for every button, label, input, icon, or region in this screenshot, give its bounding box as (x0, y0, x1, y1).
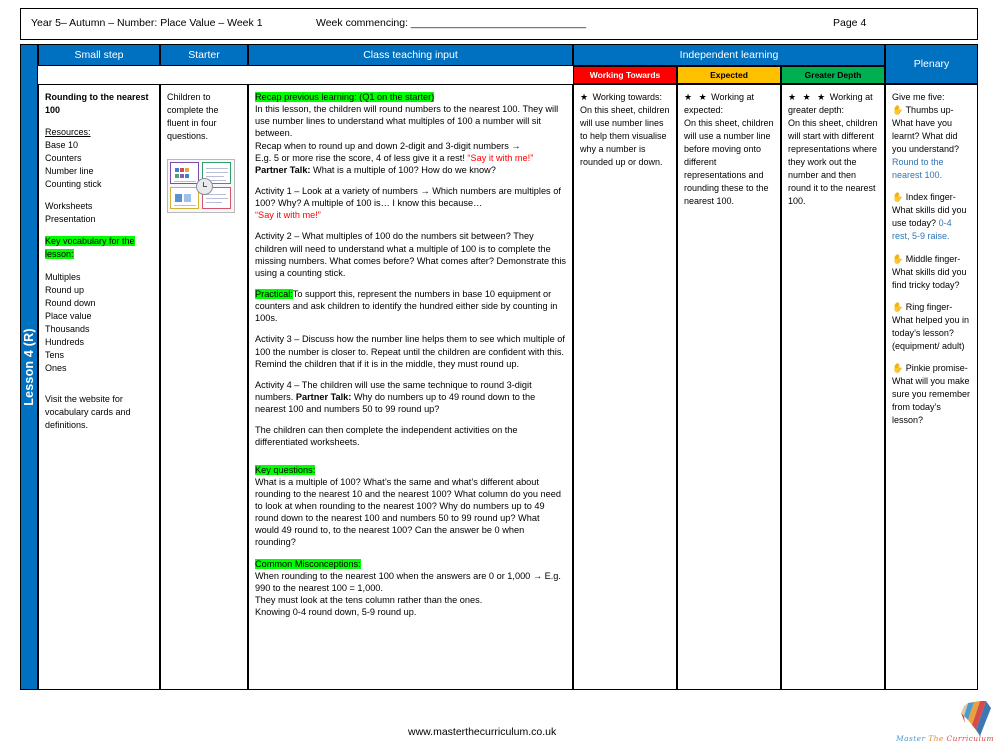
key-questions-heading: Key questions: (255, 464, 316, 475)
plenary-item: ✋ Index finger- What skills did you use … (892, 192, 967, 242)
recap-line-2: Recap when to round up and down 2-digit … (255, 140, 521, 151)
resource-item: Counters (45, 153, 82, 164)
plenary-item: ✋ Pinkie promise- What will you make sur… (892, 362, 971, 426)
page-header: Year 5– Autumn – Number: Place Value – W… (20, 8, 978, 40)
hand-icon: ✋ (892, 301, 904, 312)
page-title: Year 5– Autumn – Number: Place Value – W… (31, 17, 263, 29)
greater-depth-body: On this sheet, children will start with … (788, 118, 878, 207)
lesson-tab-label: Lesson 4 (R) (22, 328, 36, 406)
vocabulary-item: Thousands (45, 323, 90, 334)
cell-working-towards: ★ Working towards: On this sheet, childr… (573, 84, 677, 690)
vocabulary-item: Round up (45, 284, 85, 295)
cell-greater-depth: ★ ★ ★ Working at greater depth: On this … (781, 84, 885, 690)
working-towards-heading: ★ Working towards: (580, 92, 662, 102)
activity-1-chant: “Say it with me!” (255, 210, 321, 221)
resource-item: Counting stick (45, 179, 102, 190)
star-icon: ★ ★ ★ (788, 92, 828, 102)
vocabulary-item: Hundreds (45, 336, 85, 347)
small-step-title: Rounding to the nearest 100 (45, 92, 149, 116)
expected-heading: ★ ★ Working at expected: (684, 92, 755, 116)
lesson-tab: Lesson 4 (R) (20, 44, 38, 690)
plenary-intro: Give me five: (892, 92, 945, 102)
working-towards-body: On this sheet, children will use number … (580, 105, 670, 168)
logo-wordmark: Master The Curriculum (896, 734, 994, 743)
resource-item: Base 10 (45, 140, 79, 151)
starter-worksheet-thumbnail[interactable] (167, 159, 235, 214)
greater-depth-heading: ★ ★ ★ Working at greater depth: (788, 92, 873, 116)
starter-text: Children to complete the fluent in four … (167, 92, 219, 142)
resource-item: Worksheets (45, 201, 93, 212)
hand-icon: ✋ (892, 192, 904, 203)
activity-2: Activity 2 – What multiples of 100 do th… (255, 231, 566, 278)
practical-note: Practical:To support this, represent the… (255, 288, 558, 324)
worksheets-note: The children can then complete the indep… (255, 425, 518, 448)
column-header-class-teaching-input: Class teaching input (248, 44, 573, 66)
cell-class-teaching-input: Recap previous learning: (Q1 on the star… (248, 84, 573, 690)
column-header-independent-learning: Independent learning (573, 44, 885, 66)
subheader-greater-depth: Greater Depth (781, 66, 885, 84)
vocabulary-item: Round down (45, 297, 96, 308)
vocabulary-item: Tens (45, 349, 65, 360)
misconceptions-line-3: Knowing 0-4 round down, 5-9 round up. (255, 607, 417, 618)
column-header-plenary: Plenary (885, 44, 978, 84)
footer-website-url[interactable]: www.masterthecurriculum.co.uk (408, 726, 556, 738)
plenary-item: ✋ Thumbs up- What have you learnt? What … (892, 105, 960, 181)
column-header-small-step: Small step (38, 44, 160, 66)
logo-word-master: Master (896, 734, 926, 743)
cell-plenary: Give me five: ✋ Thumbs up- What have you… (885, 84, 978, 690)
misconceptions-heading: Common Misconceptions: (255, 558, 361, 569)
lesson-plan-table: Lesson 4 (R) Small step Starter Class te… (20, 44, 978, 690)
vocabulary-item: Place value (45, 310, 92, 321)
vocabulary-item: Ones (45, 362, 67, 373)
activity-1: Activity 1 – Look at a variety of number… (255, 185, 561, 209)
resource-item: Number line (45, 166, 94, 177)
resources-heading: Resources: (45, 127, 91, 138)
column-header-starter: Starter (160, 44, 248, 66)
recap-body: In this lesson, the children will round … (255, 104, 559, 139)
activity-3: Activity 3 – Discuss how the number line… (255, 334, 565, 369)
plenary-item: ✋ Middle finger- What skills did you fin… (892, 253, 967, 290)
partner-talk-1: Partner Talk: What is a multiple of 100?… (255, 164, 496, 175)
star-icon: ★ ★ (684, 92, 709, 102)
misconceptions-line-2: They must look at the tens column rather… (255, 594, 483, 605)
logo-word-curriculum: Curriculum (946, 734, 995, 743)
small-step-footer-note: Visit the website for vocabulary cards a… (45, 393, 131, 430)
hand-icon: ✋ (892, 362, 904, 373)
key-questions-body: What is a multiple of 100? What’s the sa… (255, 476, 561, 548)
thumbnail-quadrant (170, 162, 199, 185)
brand-logo: Master The Curriculum (896, 700, 994, 744)
page-number: Page 4 (833, 17, 867, 29)
cell-expected: ★ ★ Working at expected: On this sheet, … (677, 84, 781, 690)
hand-icon: ✋ (892, 253, 904, 264)
logo-word-the: The (928, 734, 944, 743)
plenary-item: ✋ Ring finger- What helped you in today’… (892, 301, 970, 351)
hand-icon: ✋ (892, 105, 904, 116)
cell-small-step: Rounding to the nearest 100 Resources: B… (38, 84, 160, 690)
thumbnail-quadrant (170, 187, 199, 210)
vocabulary-item: Multiples (45, 271, 81, 282)
key-vocabulary-heading: Key vocabulary for the lesson: (45, 236, 135, 260)
resource-item: Presentation (45, 214, 96, 225)
subheader-expected: Expected (677, 66, 781, 84)
week-commencing-field[interactable]: Week commencing: _______________________… (316, 17, 586, 29)
recap-line-3: E.g. 5 or more rise the score, 4 of less… (255, 152, 534, 163)
star-icon: ★ (580, 92, 591, 102)
expected-body: On this sheet, children will use a numbe… (684, 118, 774, 207)
subheader-working-towards: Working Towards (573, 66, 677, 84)
activity-4: Activity 4 – The children will use the s… (255, 379, 536, 415)
cell-starter: Children to complete the fluent in four … (160, 84, 248, 690)
recap-heading: Recap previous learning: (Q1 on the star… (255, 92, 435, 102)
misconceptions-line-1: When rounding to the nearest 100 when th… (255, 570, 561, 593)
